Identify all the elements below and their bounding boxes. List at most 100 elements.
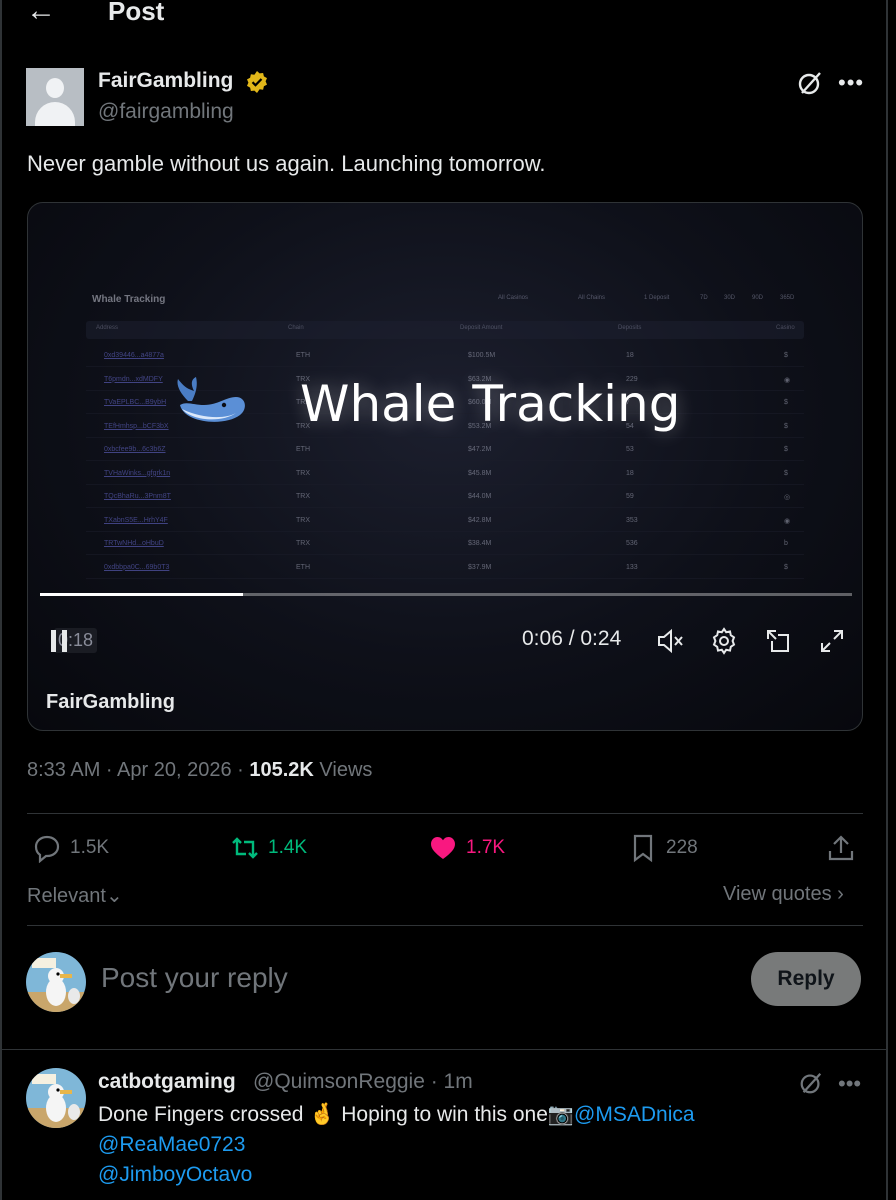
dashboard-cell: 353 <box>626 516 638 524</box>
verified-badge-icon[interactable] <box>246 71 268 93</box>
dashboard-cell: T6pmdn...xdMDFY <box>104 375 163 383</box>
dashboard-col-header: Deposit Amount <box>460 325 503 331</box>
current-user-avatar[interactable] <box>26 952 86 1012</box>
avatar-placeholder-body <box>35 102 75 126</box>
replies-sort-dropdown[interactable]: Relevant⌄ <box>27 883 123 908</box>
share-action[interactable] <box>826 833 856 863</box>
dashboard-filter: 1 Deposit <box>644 295 670 301</box>
reply-text-line: Done Fingers crossed 🤞 Hoping to win thi… <box>98 1103 695 1127</box>
dashboard-cell: 18 <box>626 352 634 359</box>
bookmark-count: 228 <box>666 837 698 858</box>
author-handle[interactable]: @fairgambling <box>98 100 234 124</box>
video-author-label: FairGambling <box>46 691 175 713</box>
dashboard-cell: TVHaWinks...gfgrk1n <box>104 469 171 477</box>
sort-label: Relevant <box>27 885 106 907</box>
divider <box>27 813 863 814</box>
video-progress-fill <box>40 593 243 596</box>
pause-icon[interactable] <box>51 630 71 652</box>
chevron-down-icon: ⌄ <box>105 885 123 907</box>
dashboard-filter: All Chains <box>578 295 606 301</box>
reply-action[interactable]: 1.5K <box>32 833 109 863</box>
dashboard-filter: 30D <box>724 295 736 301</box>
video-time: 0:06 / 0:24 <box>522 627 622 650</box>
divider <box>27 925 863 926</box>
dashboard-cell: 0xd39446...a4877a <box>104 352 164 359</box>
dashboard-filter: 7D <box>700 295 708 301</box>
mention-link[interactable]: @MSADnica <box>574 1103 695 1126</box>
dashboard-cell: 18 <box>626 469 634 477</box>
dashboard-row: 0xbcfee9b...6c3b6Z ETH $47.2M 53 $ <box>86 439 804 461</box>
dashboard-cell: TRX <box>296 516 310 524</box>
reply-author-handle[interactable]: @QuimsonReggie · 1m <box>253 1070 473 1094</box>
repost-action[interactable]: 1.4K <box>230 833 307 863</box>
mention-link[interactable]: @ReaMae0723 <box>98 1133 245 1157</box>
reply-icon <box>34 835 60 863</box>
dashboard-row: TQcBhaRu...3Pnm8T TRX $44.0M 59 ◎ <box>86 486 804 508</box>
reply-author-avatar[interactable] <box>26 1068 86 1128</box>
dashboard-filter: 90D <box>752 295 764 301</box>
dashboard-col-header: Address <box>96 325 119 331</box>
dashboard-filter: All Casinos <box>498 295 529 301</box>
avatar[interactable] <box>26 68 84 126</box>
dashboard-cell: 0xdbbpa0C...69b0T3 <box>104 563 170 571</box>
dashboard-cell: $ <box>784 352 788 359</box>
dashboard-cell: ◉ <box>784 376 791 384</box>
author-name[interactable]: FairGambling <box>98 69 233 93</box>
view-quotes-link[interactable]: View quotes › <box>723 883 844 906</box>
dashboard-cell: $100.5M <box>468 352 496 359</box>
reply-author-name[interactable]: catbotgaming <box>98 1070 236 1094</box>
like-action[interactable]: 1.7K <box>428 833 505 863</box>
repost-count: 1.4K <box>268 837 308 858</box>
bookmark-action[interactable]: 228 <box>628 833 698 863</box>
dashboard-col-header: Casino <box>776 325 795 331</box>
dashboard-cell: 53 <box>626 446 634 453</box>
post-text: Never gamble without us again. Launching… <box>27 151 546 176</box>
bookmark-icon <box>633 834 653 863</box>
video-overlay-title: Whale Tracking <box>300 375 681 433</box>
column-border-right <box>886 0 888 1200</box>
dashboard-cell: 59 <box>626 493 634 500</box>
views-count: 105.2K <box>249 759 314 781</box>
dashboard-row: 0xd39446...a4877a ETH $100.5M 18 $ <box>86 345 804 367</box>
dashboard-cell: $ <box>784 399 788 406</box>
dashboard-cell: $45.8M <box>468 469 492 477</box>
mention-link[interactable]: @JimboyOctavo <box>98 1163 252 1187</box>
avatar-placeholder-head <box>46 78 64 98</box>
top-bar: ← Post <box>0 0 886 40</box>
settings-gear-icon[interactable] <box>710 627 738 655</box>
view-quotes-label: View quotes <box>723 883 832 905</box>
dashboard-row: TRTwNHd...oHbuD TRX $38.4M 536 b <box>86 533 804 555</box>
dashboard-cell: TRX <box>296 540 310 547</box>
dashboard-cell: $37.9M <box>468 563 492 571</box>
dashboard-cell: TEfHmhsp...bCF3bX <box>104 422 169 430</box>
reply-count: 1.5K <box>70 837 110 858</box>
arrow-left-icon[interactable]: ← <box>26 0 56 28</box>
picture-in-picture-icon[interactable] <box>764 627 792 655</box>
dashboard-cell: TXabnS5E...HrhY4F <box>104 516 168 524</box>
fullscreen-icon[interactable] <box>818 627 846 655</box>
dashboard-col-header: Chain <box>288 325 304 331</box>
muted-volume-icon[interactable] <box>656 627 684 655</box>
dashboard-cell: 133 <box>626 563 638 571</box>
bird-avatar-image <box>26 952 86 1012</box>
dashboard-row: TXabnS5E...HrhY4F TRX $42.8M 353 ◉ <box>86 510 804 532</box>
dashboard-cell: $ <box>784 469 788 477</box>
more-options-icon[interactable]: ••• <box>838 1071 861 1097</box>
reply-button[interactable]: Reply <box>751 952 861 1006</box>
video-player[interactable]: Whale Tracking All Casinos All Chains 1 … <box>27 202 863 731</box>
more-options-icon[interactable]: ••• <box>838 70 864 96</box>
dashboard-cell: $ <box>784 563 788 571</box>
bird-avatar-image <box>26 1068 86 1128</box>
dashboard-row: TVHaWinks...gfgrk1n TRX $45.8M 18 $ <box>86 463 804 485</box>
reply-input[interactable]: Post your reply <box>101 962 288 994</box>
repost-icon <box>232 837 258 859</box>
dashboard-col-header: Deposits <box>618 325 642 331</box>
dashboard-filter: 365D <box>780 295 795 301</box>
column-border-left <box>0 0 2 1200</box>
dashboard-cell: ETH <box>296 563 310 571</box>
grok-icon[interactable] <box>798 1070 824 1096</box>
dashboard-cell: $ <box>784 446 788 453</box>
post-timestamp[interactable]: 8:33 AM · Apr 20, 2026 · <box>27 759 249 781</box>
grok-icon[interactable] <box>796 69 824 97</box>
dashboard-cell: TRX <box>296 469 310 477</box>
